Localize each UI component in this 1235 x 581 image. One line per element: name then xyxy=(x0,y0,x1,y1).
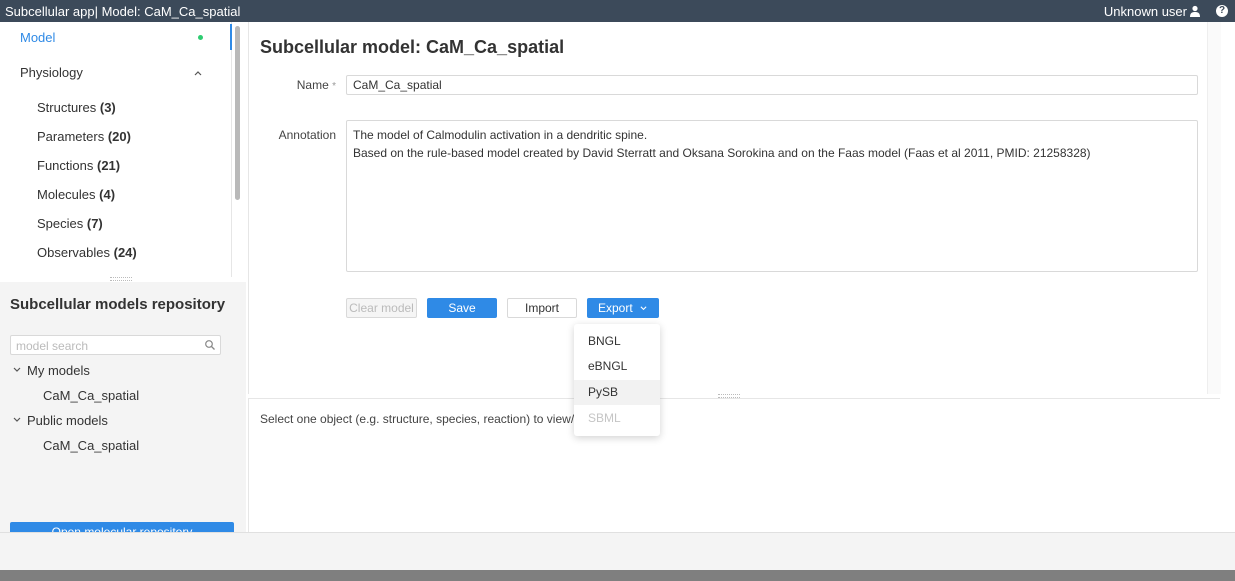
user-name[interactable]: Unknown user xyxy=(1104,4,1187,19)
tree-item-model[interactable]: CaM_Ca_spatial xyxy=(43,438,139,453)
search-icon[interactable] xyxy=(204,339,216,351)
annotation-label: Annotation xyxy=(278,128,336,142)
export-label: Export xyxy=(597,301,633,315)
menu-item-bngl[interactable]: BNGL xyxy=(574,329,660,354)
sidebar: Model Physiology Structures (3) Paramete… xyxy=(0,22,246,542)
nav-item-observables[interactable]: Observables (24) xyxy=(37,245,137,260)
export-dropdown-menu: BNGL eBNGL PySB SBML xyxy=(574,324,660,436)
nav-item-label: Molecules xyxy=(37,187,96,202)
tree-item-model[interactable]: CaM_Ca_spatial xyxy=(43,388,139,403)
chevron-down-icon[interactable] xyxy=(12,416,22,424)
window-edge xyxy=(0,570,1235,581)
nav-item-count: (4) xyxy=(99,187,116,202)
nav-item-count: (21) xyxy=(97,158,121,173)
user-icon[interactable] xyxy=(1189,5,1201,17)
nav-item-label: Observables xyxy=(37,245,110,260)
clear-model-button[interactable]: Clear model xyxy=(346,298,417,318)
nav-item-molecules[interactable]: Molecules (4) xyxy=(37,187,115,202)
save-button[interactable]: Save xyxy=(427,298,497,318)
name-label: Name * xyxy=(256,78,336,92)
name-label-text: Name xyxy=(296,78,329,92)
model-search[interactable] xyxy=(10,335,221,355)
nav-item-count: (20) xyxy=(107,129,131,144)
title-bar: Subcellular app| Model: CaM_Ca_spatial U… xyxy=(0,0,1235,22)
question-icon[interactable]: ? xyxy=(1216,5,1228,17)
nav-item-count: (7) xyxy=(86,216,103,231)
required-mark: * xyxy=(332,81,336,92)
nav-item-physiology[interactable]: Physiology xyxy=(20,65,83,80)
chevron-down-icon[interactable] xyxy=(12,366,22,374)
nav-item-parameters[interactable]: Parameters (20) xyxy=(37,129,131,144)
model-editor: Subcellular model: CaM_Ca_spatial Name *… xyxy=(248,22,1221,394)
nav-item-species[interactable]: Species (7) xyxy=(37,216,103,231)
nav-item-label: Species xyxy=(37,216,84,231)
menu-item-ebngl[interactable]: eBNGL xyxy=(574,354,660,379)
nav-item-count: (24) xyxy=(113,245,137,260)
nav-item-functions[interactable]: Functions (21) xyxy=(37,158,120,173)
nav-scrollbar[interactable] xyxy=(235,26,240,200)
sidebar-resize-handle[interactable] xyxy=(110,277,132,281)
app-title: Subcellular app| Model: CaM_Ca_spatial xyxy=(5,4,241,19)
detail-hint: Select one object (e.g. structure, speci… xyxy=(260,412,594,426)
repository-title: Subcellular models repository xyxy=(10,296,226,313)
nav-item-label: Structures xyxy=(37,100,97,115)
main-scrollbar[interactable] xyxy=(1207,22,1221,394)
nav-model-label: Model xyxy=(20,30,56,45)
import-button[interactable]: Import xyxy=(507,298,577,318)
tree-group-public-models[interactable]: Public models xyxy=(27,413,108,428)
detail-panel: Select one object (e.g. structure, speci… xyxy=(248,398,1220,532)
repository-panel: Subcellular models repository My models … xyxy=(0,282,246,542)
name-field[interactable]: CaM_Ca_spatial xyxy=(346,75,1198,95)
status-dot xyxy=(198,35,203,40)
chevron-up-icon[interactable] xyxy=(193,69,203,77)
menu-item-pysb[interactable]: PySB xyxy=(574,380,660,405)
model-navigation: Model Physiology Structures (3) Paramete… xyxy=(0,22,232,277)
annotation-line: Based on the rule-based model created by… xyxy=(353,146,1091,160)
tree-group-my-models[interactable]: My models xyxy=(27,363,90,378)
nav-item-label: Parameters xyxy=(37,129,105,144)
annotation-field[interactable]: The model of Calmodulin activation in a … xyxy=(346,120,1198,272)
nav-item-structures[interactable]: Structures (3) xyxy=(37,100,116,115)
nav-item-count: (3) xyxy=(99,100,116,115)
annotation-line: The model of Calmodulin activation in a … xyxy=(353,128,648,142)
page-title: Subcellular model: CaM_Ca_spatial xyxy=(260,37,565,57)
chevron-down-icon xyxy=(640,306,647,311)
menu-item-sbml: SBML xyxy=(588,411,621,425)
bottom-bar xyxy=(0,532,1235,570)
nav-item-label: Functions xyxy=(37,158,94,173)
nav-item-model[interactable]: Model xyxy=(0,24,232,50)
export-button[interactable]: Export xyxy=(587,298,659,318)
model-search-input[interactable] xyxy=(16,338,196,353)
